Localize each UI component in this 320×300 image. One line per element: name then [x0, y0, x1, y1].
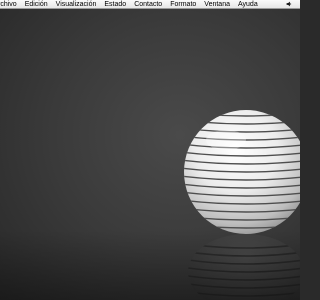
menu-ayuda[interactable]: Ayuda: [238, 0, 258, 9]
menu-formato[interactable]: Formato: [170, 0, 196, 9]
menu-estado[interactable]: Estado: [104, 0, 126, 9]
menu-ventana[interactable]: Ventana: [204, 0, 230, 9]
desktop-screen: rchivo Edición Visualización Estado Cont…: [0, 0, 300, 300]
menu-bar: rchivo Edición Visualización Estado Cont…: [0, 0, 300, 9]
menu-archivo[interactable]: rchivo: [0, 0, 17, 9]
speaker-icon[interactable]: [286, 1, 292, 7]
menubar-status-area: [286, 0, 292, 8]
menu-contacto[interactable]: Contacto: [134, 0, 162, 9]
menu-edicion[interactable]: Edición: [25, 0, 48, 9]
desktop-wallpaper: [0, 110, 300, 300]
menu-visualizacion[interactable]: Visualización: [56, 0, 97, 9]
floor-shadow: [0, 230, 300, 300]
striped-sphere: [184, 110, 300, 234]
